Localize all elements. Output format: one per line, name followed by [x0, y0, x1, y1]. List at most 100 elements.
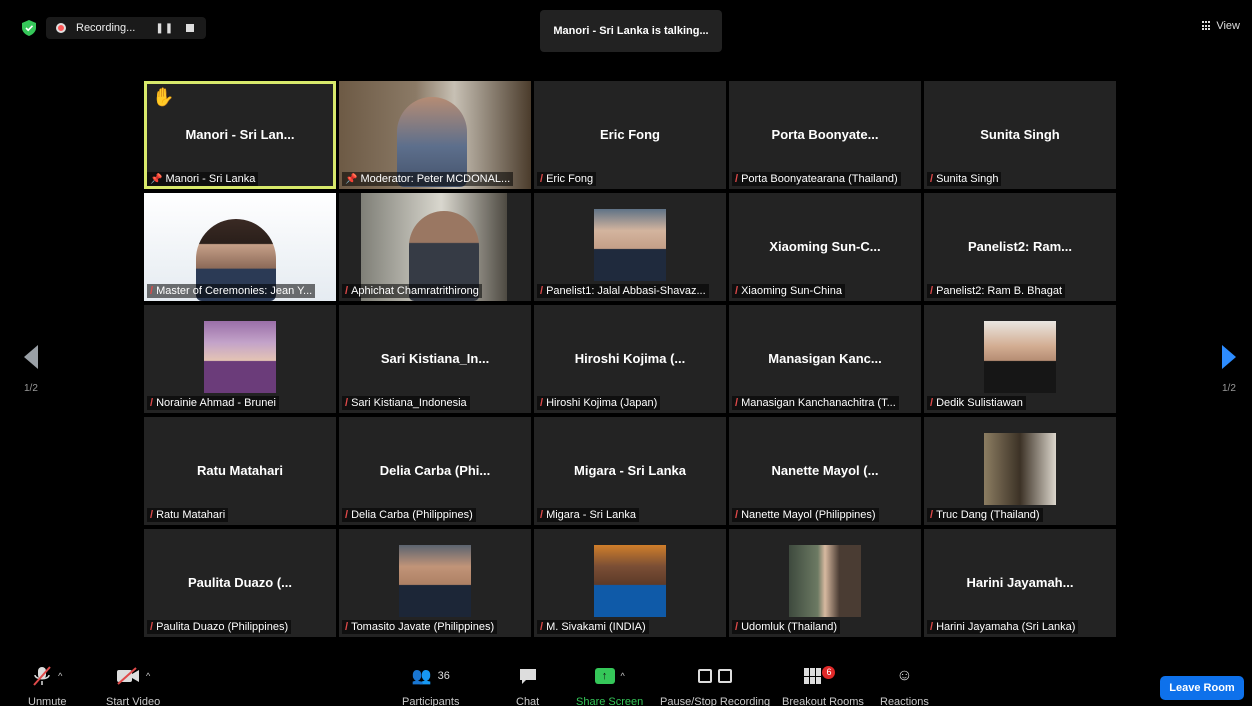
meeting-top-bar: Recording... ❚❚ Manori - Sri Lanka is ta… [0, 0, 1252, 52]
pause-stop-recording-button[interactable]: Pause/Stop Recording [660, 664, 770, 706]
participant-tile[interactable]: / Panelist1: Jalal Abbasi-Shavaz... [534, 193, 726, 301]
participants-icon: 👥 [411, 668, 432, 685]
participant-tile[interactable]: Panelist2: Ram... / Panelist2: Ram B. Bha… [924, 193, 1116, 301]
participant-name-label: / Harini Jayamaha (Sri Lanka) [927, 620, 1079, 634]
leave-room-label: Leave Room [1169, 682, 1235, 694]
participant-tile[interactable]: / Dedik Sulistiawan [924, 305, 1116, 413]
participant-display-name: Hiroshi Kojima (... [574, 351, 686, 366]
recording-dot-icon [56, 23, 66, 33]
participant-avatar [984, 321, 1056, 393]
participant-tile[interactable]: / Aphichat Chamratrithirong [339, 193, 531, 301]
next-page-button[interactable]: 1/2 [1222, 345, 1236, 394]
participant-name-label: / Sunita Singh [927, 172, 1002, 186]
unmute-button[interactable]: ^ Unmute [28, 664, 67, 706]
participant-tile[interactable]: / M. Sivakami (INDIA) [534, 529, 726, 637]
participant-tile[interactable]: Hiroshi Kojima (... / Hiroshi Kojima (Jap… [534, 305, 726, 413]
participant-display-name: Sari Kistiana_In... [380, 351, 490, 366]
participant-display-name: Migara - Sri Lanka [574, 463, 686, 478]
page-indicator-right: 1/2 [1222, 383, 1236, 394]
leave-room-button[interactable]: Leave Room [1160, 676, 1244, 700]
mic-muted-icon [33, 666, 51, 686]
participant-tile[interactable]: / Norainie Ahmad - Brunei [144, 305, 336, 413]
participant-tile[interactable]: / Tomasito Javate (Philippines) [339, 529, 531, 637]
mic-muted-icon: / [930, 397, 934, 409]
participant-tile[interactable]: Xiaoming Sun-C... / Xiaoming Sun-China [729, 193, 921, 301]
video-options-caret[interactable]: ^ [146, 671, 150, 681]
share-screen-icon: ↑ [594, 668, 615, 684]
view-label: View [1216, 20, 1240, 32]
participant-tile[interactable]: Sunita Singh / Sunita Singh [924, 81, 1116, 189]
raised-hand-icon: ✋ [152, 87, 175, 107]
encryption-shield-icon[interactable] [22, 20, 36, 36]
talking-banner-text: Manori - Sri Lanka is talking... [553, 25, 709, 37]
pin-icon: 📌 [150, 173, 163, 185]
participants-button[interactable]: 👥 36 Participants [402, 664, 459, 706]
participant-avatar [594, 209, 666, 281]
participant-display-name: Delia Carba (Phi... [379, 463, 491, 478]
mic-muted-icon: / [930, 621, 934, 633]
participant-display-name: Nanette Mayol (... [771, 463, 879, 478]
participant-tile[interactable]: Nanette Mayol (... / Nanette Mayol (Phili… [729, 417, 921, 525]
mic-muted-icon: / [735, 173, 739, 185]
participant-display-name: Sunita Singh [980, 127, 1060, 142]
start-video-button[interactable]: ^ Start Video [106, 664, 160, 706]
mic-muted-icon: / [150, 285, 154, 297]
pause-stop-recording-label: Pause/Stop Recording [660, 696, 771, 706]
participant-tile[interactable]: / Master of Ceremonies: Jean Y... [144, 193, 336, 301]
chat-button[interactable]: Chat [516, 664, 539, 706]
pause-recording-icon[interactable]: ❚❚ [155, 23, 174, 34]
breakout-rooms-button[interactable]: 6 Breakout Rooms [782, 664, 864, 706]
participant-tile[interactable]: Harini Jayamah... / Harini Jayamaha (Sri … [924, 529, 1116, 637]
participant-name-label: 📌 Manori - Sri Lanka [147, 172, 259, 186]
mic-muted-icon: / [150, 621, 154, 633]
participant-tile[interactable]: ✋ Manori - Sri Lan... 📌 Manori - Sri Lank… [144, 81, 336, 189]
recording-indicator: Recording... ❚❚ [46, 17, 206, 39]
participant-tile[interactable]: / Udomluk (Thailand) [729, 529, 921, 637]
participant-tile[interactable]: Migara - Sri Lanka / Migara - Sri Lanka [534, 417, 726, 525]
participant-tile[interactable]: Ratu Matahari / Ratu Matahari [144, 417, 336, 525]
view-button[interactable]: View [1202, 20, 1240, 32]
participant-name-label: / Migara - Sri Lanka [537, 508, 639, 522]
participant-tile[interactable]: Porta Boonyate... / Porta Boonyatearana (… [729, 81, 921, 189]
share-screen-button[interactable]: ↑ ^ Share Screen [576, 664, 643, 706]
participant-avatar [594, 545, 666, 617]
share-screen-label: Share Screen [576, 696, 644, 706]
reactions-button[interactable]: ☺ Reactions [880, 664, 929, 706]
participant-name-label: / Paulita Duazo (Philippines) [147, 620, 292, 634]
participant-tile[interactable]: Sari Kistiana_In... / Sari Kistiana_Indon… [339, 305, 531, 413]
mic-muted-icon: / [735, 509, 739, 521]
participant-tile[interactable]: Eric Fong / Eric Fong [534, 81, 726, 189]
previous-page-button[interactable]: 1/2 [24, 345, 38, 394]
participant-avatar [984, 433, 1056, 505]
participant-name-label: / Eric Fong [537, 172, 597, 186]
participant-tile[interactable]: / Truc Dang (Thailand) [924, 417, 1116, 525]
participant-display-name: Ratu Matahari [197, 463, 283, 478]
participant-name-label: / Porta Boonyatearana (Thailand) [732, 172, 901, 186]
mic-muted-icon: / [345, 509, 349, 521]
start-video-label: Start Video [106, 696, 161, 706]
mic-muted-icon: / [150, 397, 154, 409]
participant-name-label: / Delia Carba (Philippines) [342, 508, 476, 522]
mic-muted-icon: / [345, 397, 349, 409]
participant-display-name: Xiaoming Sun-C... [769, 239, 881, 254]
participant-avatar [789, 545, 861, 617]
participant-tile[interactable]: Manasigan Kanc... / Manasigan Kanchanachi… [729, 305, 921, 413]
recording-label: Recording... [76, 22, 136, 34]
participant-display-name: Harini Jayamah... [966, 575, 1074, 590]
mic-muted-icon: / [735, 397, 739, 409]
mic-muted-icon: / [540, 285, 544, 297]
mic-muted-icon: / [345, 285, 349, 297]
share-options-caret[interactable]: ^ [621, 671, 625, 681]
unmute-label: Unmute [28, 696, 67, 706]
mic-muted-icon: / [540, 621, 544, 633]
participant-display-name: Panelist2: Ram... [967, 239, 1073, 254]
mic-muted-icon: / [540, 173, 544, 185]
participant-name-label: / Panelist1: Jalal Abbasi-Shavaz... [537, 284, 709, 298]
participant-name-label: / M. Sivakami (INDIA) [537, 620, 649, 634]
stop-recording-icon[interactable] [186, 24, 195, 32]
participant-tile[interactable]: Paulita Duazo (... / Paulita Duazo (Phili… [144, 529, 336, 637]
participant-tile[interactable]: 📌 Moderator: Peter MCDONAL... [339, 81, 531, 189]
participant-tile[interactable]: Delia Carba (Phi... / Delia Carba (Philip… [339, 417, 531, 525]
participant-display-name: Porta Boonyate... [771, 127, 879, 142]
unmute-options-caret[interactable]: ^ [58, 671, 62, 681]
